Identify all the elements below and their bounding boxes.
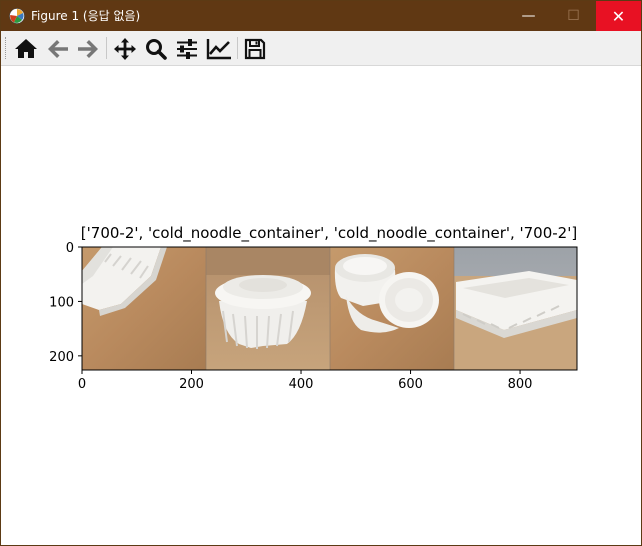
edit-axes-button[interactable] — [206, 36, 232, 62]
zoom-button[interactable] — [143, 36, 169, 62]
toolbar-separator — [237, 37, 238, 59]
window-title: Figure 1 (응답 없음) — [31, 9, 141, 23]
magnifier-icon — [146, 39, 167, 60]
x-tick-label: 800 — [508, 377, 533, 392]
image-mosaic — [82, 247, 577, 370]
back-button[interactable] — [45, 36, 71, 62]
floppy-disk-icon — [244, 38, 266, 60]
figure-canvas[interactable]: ['700-2', 'cold_noodle_container', 'cold… — [1, 66, 641, 545]
x-tick-label: 200 — [179, 377, 204, 392]
chart-line-icon — [206, 39, 231, 60]
close-button[interactable]: ✕ — [596, 1, 641, 31]
y-tick-label: 200 — [49, 350, 74, 365]
forward-button[interactable] — [75, 36, 101, 62]
y-tick-label: 0 — [66, 241, 74, 256]
x-tick-label: 400 — [289, 377, 314, 392]
navigation-toolbar — [1, 31, 641, 66]
title-bar[interactable]: Figure 1 (응답 없음) — ☐ ✕ — [1, 1, 641, 31]
image-panel — [82, 247, 206, 370]
image-panel — [330, 247, 454, 370]
maximize-button[interactable]: ☐ — [551, 1, 596, 31]
maximize-icon: ☐ — [567, 8, 580, 24]
figure-title: ['700-2', 'cold_noodle_container', 'cold… — [81, 224, 577, 243]
toolbar-grip[interactable] — [5, 37, 8, 59]
home-icon — [15, 39, 37, 58]
save-button[interactable] — [242, 36, 268, 62]
close-icon: ✕ — [611, 6, 626, 26]
arrow-left-icon — [48, 40, 68, 58]
figure-window: Figure 1 (응답 없음) — ☐ ✕ ['700-2', 'cold_n… — [0, 0, 642, 546]
pan-button[interactable] — [112, 36, 138, 62]
sliders-icon — [177, 39, 197, 59]
x-tick-label: 600 — [398, 377, 423, 392]
toolbar-separator — [106, 37, 107, 59]
image-panel — [454, 247, 577, 370]
matplotlib-logo-icon — [9, 8, 25, 24]
minimize-button[interactable]: — — [506, 1, 551, 31]
y-axis: 0 100 200 — [49, 241, 82, 365]
figure-svg: ['700-2', 'cold_noodle_container', 'cold… — [49, 224, 578, 392]
subplots-button[interactable] — [174, 36, 200, 62]
image-panel — [206, 247, 330, 370]
y-tick-label: 100 — [49, 295, 74, 310]
minimize-icon: — — [521, 8, 536, 24]
x-tick-label: 0 — [78, 377, 86, 392]
move-icon — [114, 38, 136, 60]
arrow-right-icon — [78, 40, 98, 58]
home-button[interactable] — [13, 36, 39, 62]
x-axis: 0 200 400 600 800 — [78, 370, 533, 392]
